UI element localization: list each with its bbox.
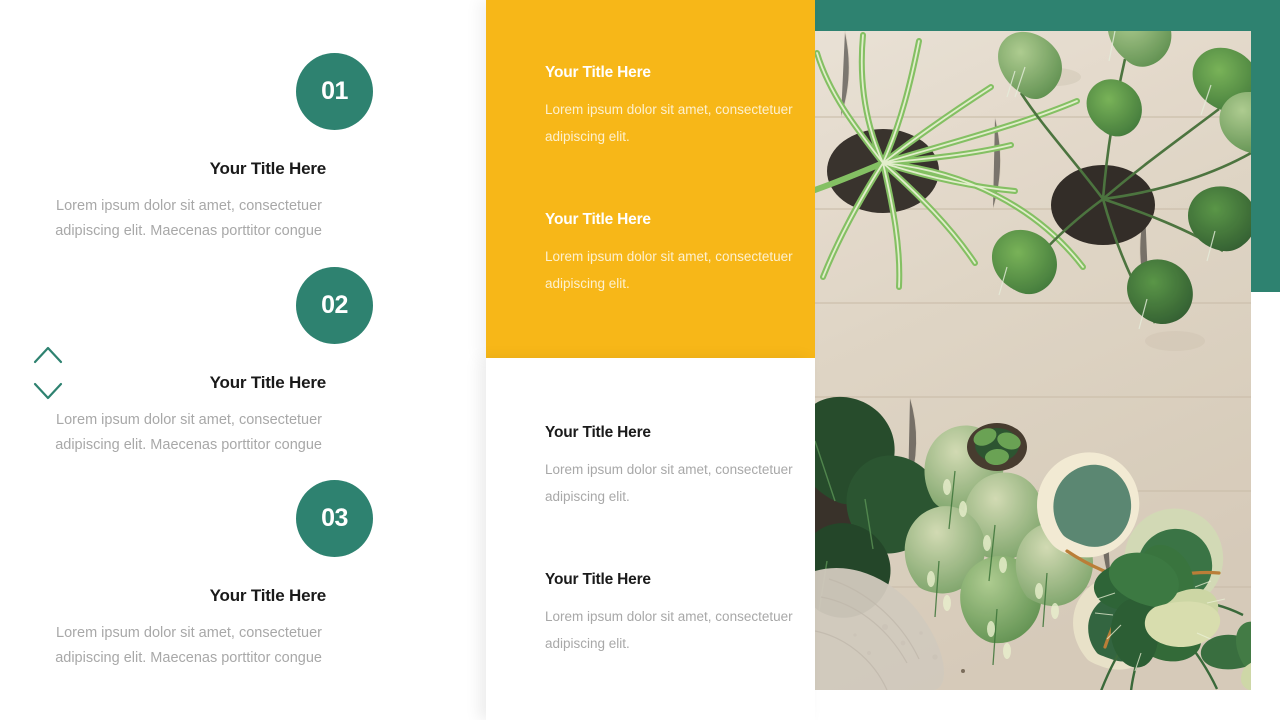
- chevron-up-icon[interactable]: [33, 344, 63, 366]
- block-title: Your Title Here: [545, 571, 651, 588]
- yellow-panel-block-2: Your Title Here Lorem ipsum dolor sit am…: [545, 211, 795, 297]
- block-body: Lorem ipsum dolor sit amet, consectetuer…: [545, 102, 793, 144]
- yellow-panel-block-1: Your Title Here Lorem ipsum dolor sit am…: [545, 64, 795, 150]
- step-badge-03: 03: [296, 480, 373, 557]
- teal-accent-block: [1251, 0, 1280, 292]
- block-title: Your Title Here: [545, 211, 651, 228]
- houseplants-photo: [815, 31, 1251, 690]
- center-panels-column: Your Title Here Lorem ipsum dolor sit am…: [486, 0, 815, 720]
- step-badge-02: 02: [296, 267, 373, 344]
- step-title: Your Title Here: [209, 159, 327, 178]
- step-body: Lorem ipsum dolor sit amet, consectetuer…: [55, 198, 322, 239]
- yellow-panel: Your Title Here Lorem ipsum dolor sit am…: [486, 0, 815, 358]
- block-title: Your Title Here: [545, 424, 651, 441]
- chevron-down-icon[interactable]: [33, 380, 63, 402]
- step-body: Lorem ipsum dolor sit amet, consectetuer…: [55, 625, 322, 666]
- slide-root: 01 Your Title Here Lorem ipsum dolor sit…: [0, 0, 1280, 720]
- block-body: Lorem ipsum dolor sit amet, consectetuer…: [545, 609, 793, 651]
- step-badge-01: 01: [296, 53, 373, 130]
- left-steps-column: 01 Your Title Here Lorem ipsum dolor sit…: [0, 0, 486, 720]
- teal-accent-bar: [815, 0, 1280, 31]
- step-item-03: 03 Your Title Here Lorem ipsum dolor sit…: [0, 480, 406, 671]
- white-panel: Your Title Here Lorem ipsum dolor sit am…: [486, 358, 815, 720]
- step-body: Lorem ipsum dolor sit amet, consectetuer…: [55, 412, 322, 453]
- block-body: Lorem ipsum dolor sit amet, consectetuer…: [545, 462, 793, 504]
- step-number: 01: [321, 77, 348, 105]
- slide-nav-arrows: [33, 344, 63, 406]
- white-panel-block-1: Your Title Here Lorem ipsum dolor sit am…: [545, 424, 795, 510]
- step-title: Your Title Here: [209, 586, 327, 605]
- step-item-01: 01 Your Title Here Lorem ipsum dolor sit…: [0, 53, 406, 244]
- block-body: Lorem ipsum dolor sit amet, consectetuer…: [545, 249, 793, 291]
- block-title: Your Title Here: [545, 64, 651, 81]
- step-number: 02: [321, 291, 348, 319]
- white-panel-block-2: Your Title Here Lorem ipsum dolor sit am…: [545, 571, 795, 657]
- step-number: 03: [321, 504, 348, 532]
